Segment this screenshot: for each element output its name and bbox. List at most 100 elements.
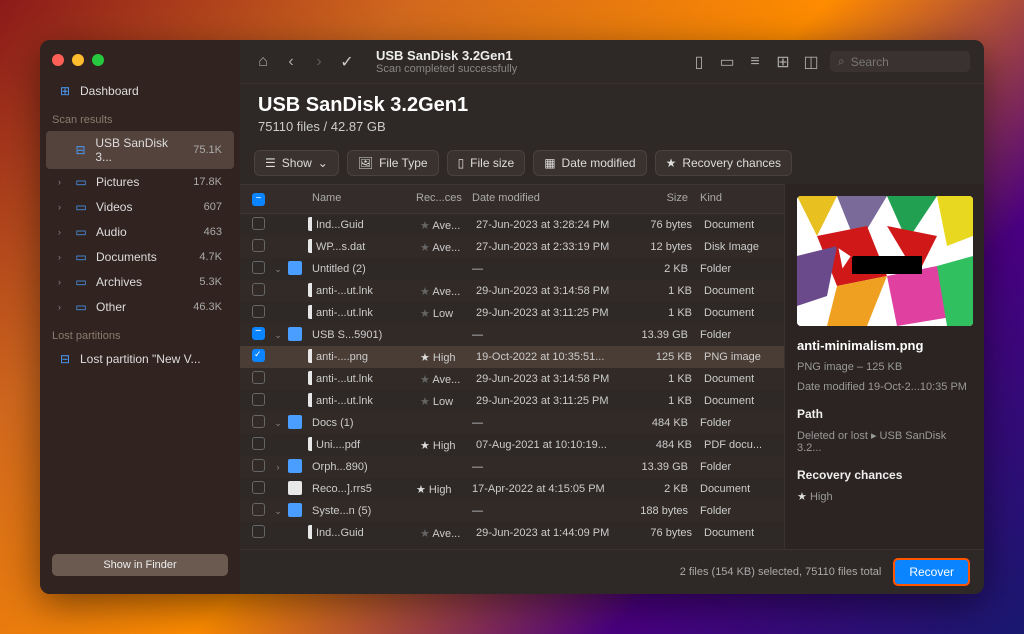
search-input[interactable]: ⌕ Search xyxy=(830,51,970,72)
row-checkbox[interactable] xyxy=(252,305,265,318)
sidebar-item-usb-sandisk-[interactable]: ⊟USB SanDisk 3...75.1K xyxy=(46,131,234,169)
expand-toggle[interactable] xyxy=(272,486,288,492)
dashboard-link[interactable]: ⊞ Dashboard xyxy=(46,79,234,103)
date-header[interactable]: Date modified xyxy=(468,189,634,209)
expand-toggle[interactable] xyxy=(272,244,292,250)
row-checkbox[interactable] xyxy=(252,393,265,406)
close-window[interactable] xyxy=(52,54,64,66)
expand-toggle[interactable] xyxy=(272,530,292,536)
name-header[interactable]: Name xyxy=(308,189,412,209)
row-checkbox[interactable] xyxy=(252,349,265,362)
column-headers: − Name Rec...ces Date modified Size Kind xyxy=(240,184,784,214)
row-checkbox[interactable] xyxy=(252,525,265,538)
row-checkbox[interactable] xyxy=(252,371,265,384)
sidebar-item-label: Pictures xyxy=(96,175,139,189)
date-modified: — xyxy=(468,326,634,344)
preview-title: anti-minimalism.png xyxy=(797,338,972,353)
folder-icon xyxy=(288,503,302,517)
lost-partition-item[interactable]: ⊟ Lost partition "New V... xyxy=(46,347,234,371)
expand-toggle[interactable] xyxy=(272,442,292,448)
expand-toggle[interactable] xyxy=(272,222,292,228)
sidebar-item-documents[interactable]: ›▭Documents4.7K xyxy=(46,245,234,269)
filetype-filter[interactable]: 🖼File Type xyxy=(347,150,439,176)
minimize-window[interactable] xyxy=(72,54,84,66)
forward-icon[interactable]: › xyxy=(310,53,328,71)
file-row[interactable]: Ind...Guid★ Ave...29-Jun-2023 at 1:44:09… xyxy=(240,522,784,544)
file-name: Orph...890) xyxy=(308,458,412,476)
file-rows[interactable]: Ind...Guid★ Ave...27-Jun-2023 at 3:28:24… xyxy=(240,214,784,549)
file-row[interactable]: anti-...ut.lnk★ Low29-Jun-2023 at 3:11:2… xyxy=(240,302,784,324)
recovery-filter[interactable]: ★Recovery chances xyxy=(655,150,792,176)
sidebar-item-archives[interactable]: ›▭Archives5.3K xyxy=(46,270,234,294)
recover-button[interactable]: Recover xyxy=(893,558,970,586)
list-view-icon[interactable]: ≡ xyxy=(746,53,764,71)
row-checkbox[interactable] xyxy=(252,481,265,494)
file-row[interactable]: anti-...ut.lnk★ Ave...29-Jun-2023 at 3:1… xyxy=(240,280,784,302)
columns-view-icon[interactable]: ◫ xyxy=(802,53,820,71)
date-modified: 29-Jun-2023 at 3:11:25 PM xyxy=(472,392,638,410)
expand-toggle[interactable] xyxy=(272,310,292,316)
file-row[interactable]: WP...s.dat★ Ave...27-Jun-2023 at 2:33:19… xyxy=(240,236,784,258)
folder-view-icon[interactable]: ▭ xyxy=(718,53,736,71)
expand-toggle[interactable]: ⌄ xyxy=(272,261,288,278)
date-modified: 29-Jun-2023 at 3:14:58 PM xyxy=(472,370,638,388)
size-header[interactable]: Size xyxy=(634,189,692,209)
page-title: USB SanDisk 3.2Gen1 xyxy=(258,94,966,117)
file-kind: Document xyxy=(696,524,776,542)
row-checkbox[interactable] xyxy=(252,217,265,230)
row-checkbox[interactable] xyxy=(252,415,265,428)
drive-icon: ⊟ xyxy=(58,352,72,366)
datemod-filter[interactable]: ▦Date modified xyxy=(533,150,646,176)
sidebar-item-audio[interactable]: ›▭Audio463 xyxy=(46,220,234,244)
show-filter[interactable]: ☰Show⌄ xyxy=(254,150,339,176)
row-checkbox[interactable] xyxy=(252,261,265,274)
file-row[interactable]: Ind...Guid★ Ave...27-Jun-2023 at 3:28:24… xyxy=(240,214,784,236)
expand-toggle[interactable]: › xyxy=(272,459,288,475)
maximize-window[interactable] xyxy=(92,54,104,66)
expand-toggle[interactable]: ⌄ xyxy=(272,327,288,344)
expand-toggle[interactable] xyxy=(272,288,292,294)
row-checkbox[interactable] xyxy=(252,459,265,472)
row-checkbox[interactable] xyxy=(252,239,265,252)
file-row[interactable]: ⌄Docs (1)—484 KBFolder xyxy=(240,412,784,434)
show-in-finder-button[interactable]: Show in Finder xyxy=(52,554,228,576)
expand-toggle[interactable]: ⌄ xyxy=(272,415,288,432)
recovery-chance: ★ Low xyxy=(416,392,472,411)
dashboard-label: Dashboard xyxy=(80,84,139,98)
filesize-filter[interactable]: ▯File size xyxy=(447,150,526,176)
expand-toggle[interactable] xyxy=(272,376,292,382)
row-checkbox[interactable] xyxy=(252,437,265,450)
category-icon: ⊟ xyxy=(74,143,88,157)
row-checkbox[interactable] xyxy=(252,503,265,516)
document-icon: ▯ xyxy=(458,156,465,170)
row-checkbox[interactable] xyxy=(252,327,265,340)
selection-status: 2 files (154 KB) selected, 75110 files t… xyxy=(680,566,882,578)
file-row[interactable]: ⌄Untitled (2)—2 KBFolder xyxy=(240,258,784,280)
recovery-header[interactable]: Rec...ces xyxy=(412,189,468,209)
home-icon[interactable]: ⌂ xyxy=(254,53,272,71)
file-row[interactable]: Uni....pdf★ High07-Aug-2021 at 10:10:19.… xyxy=(240,434,784,456)
sidebar-item-other[interactable]: ›▭Other46.3K xyxy=(46,295,234,319)
expand-toggle[interactable] xyxy=(272,354,292,360)
file-row[interactable]: ›Orph...890)—13.39 GBFolder xyxy=(240,456,784,478)
file-row[interactable]: anti-...ut.lnk★ Low29-Jun-2023 at 3:11:2… xyxy=(240,390,784,412)
document-view-icon[interactable]: ▯ xyxy=(690,53,708,71)
expand-toggle[interactable]: ⌄ xyxy=(272,503,288,520)
sidebar-item-videos[interactable]: ›▭Videos607 xyxy=(46,195,234,219)
back-icon[interactable]: ‹ xyxy=(282,53,300,71)
file-row[interactable]: anti-...ut.lnk★ Ave...29-Jun-2023 at 3:1… xyxy=(240,368,784,390)
expand-toggle[interactable] xyxy=(272,398,292,404)
date-modified: — xyxy=(468,260,634,278)
kind-header[interactable]: Kind xyxy=(692,189,776,209)
file-kind: Folder xyxy=(692,502,776,520)
sidebar-item-label: USB SanDisk 3... xyxy=(95,136,185,164)
sidebar-item-pictures[interactable]: ›▭Pictures17.8K xyxy=(46,170,234,194)
file-row[interactable]: ⌄Syste...n (5)—188 bytesFolder xyxy=(240,500,784,522)
file-row[interactable]: anti-....png★ High19-Oct-2022 at 10:35:5… xyxy=(240,346,784,368)
file-row[interactable]: Reco...].rrs5★ High17-Apr-2022 at 4:15:0… xyxy=(240,478,784,500)
checkbox-header[interactable]: − xyxy=(248,189,272,209)
row-checkbox[interactable] xyxy=(252,283,265,296)
grid-view-icon[interactable]: ⊞ xyxy=(774,53,792,71)
file-row[interactable]: ⌄USB S...5901)—13.39 GBFolder xyxy=(240,324,784,346)
item-count: 4.7K xyxy=(199,251,222,263)
